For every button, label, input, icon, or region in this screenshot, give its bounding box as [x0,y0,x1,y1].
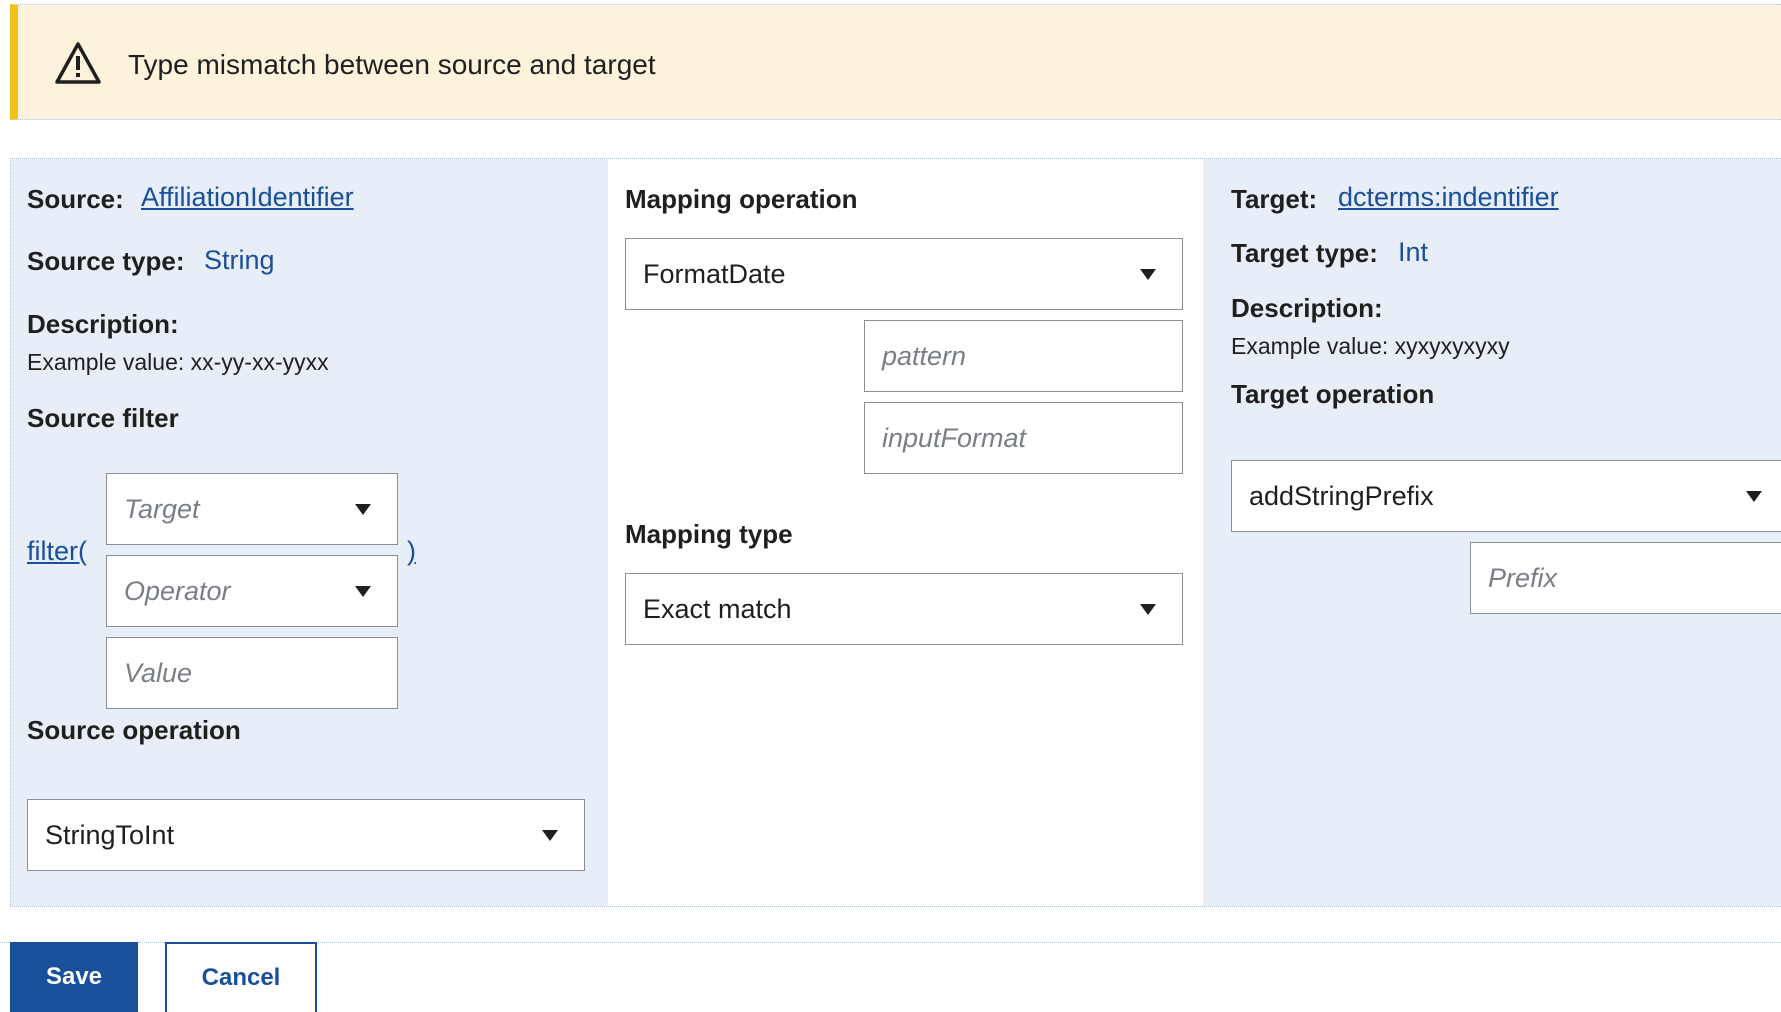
chevron-down-icon [542,830,558,841]
mapping-type-value: Exact match [643,593,792,624]
filter-open-link[interactable]: filter( [27,536,87,567]
chevron-down-icon [355,586,371,597]
target-type-label: Target type: [1231,238,1378,268]
filter-operator-placeholder: Operator [124,575,231,606]
source-type-value: String [204,245,275,275]
source-description-label: Description: [27,309,179,339]
filter-target-dropdown[interactable]: Target [106,473,398,545]
mapping-operation-label: Mapping operation [625,184,858,214]
target-example-value: Example value: xyxyxyxyxy [1231,333,1510,359]
filter-close-link[interactable]: ) [407,536,416,567]
mapping-panel: Source: AffiliationIdentifier Source typ… [10,158,1781,907]
source-column: Source: AffiliationIdentifier Source typ… [11,159,608,906]
chevron-down-icon [355,504,371,515]
mapping-operation-dropdown[interactable]: FormatDate [625,238,1183,310]
mapping-type-label: Mapping type [625,519,793,549]
target-name-link[interactable]: dcterms:indentifier [1338,182,1559,213]
input-format-input[interactable]: inputFormat [864,402,1183,474]
source-operation-value: StringToInt [45,819,175,850]
filter-value-input[interactable]: Value [106,637,398,709]
warning-message: Type mismatch between source and target [128,49,656,80]
chevron-down-icon [1140,604,1156,615]
source-operation-dropdown[interactable]: StringToInt [27,799,585,871]
source-example-value: Example value: xx-yy-xx-yyxx [27,349,329,375]
filter-value-placeholder: Value [124,657,193,688]
chevron-down-icon [1140,269,1156,280]
target-column: Target: dcterms:indentifier Target type:… [1203,159,1781,906]
warning-banner: Type mismatch between source and target [10,4,1781,120]
mapping-operation-value: FormatDate [643,258,786,289]
warning-triangle-icon [55,42,101,84]
input-format-placeholder: inputFormat [882,422,1027,453]
target-operation-value: addStringPrefix [1249,480,1434,511]
cancel-button[interactable]: Cancel [165,942,317,1012]
source-filter-label: Source filter [27,403,179,433]
pattern-placeholder: pattern [882,340,967,371]
pattern-input[interactable]: pattern [864,320,1183,392]
filter-operator-dropdown[interactable]: Operator [106,555,398,627]
chevron-down-icon [1746,491,1762,502]
target-description-label: Description: [1231,293,1383,323]
target-operation-label: Target operation [1231,379,1435,409]
target-label: Target: [1231,184,1318,214]
filter-target-placeholder: Target [124,493,200,524]
mapping-type-dropdown[interactable]: Exact match [625,573,1183,645]
mapping-column: Mapping operation FormatDate pattern inp… [608,159,1203,906]
save-button[interactable]: Save [10,942,138,1012]
target-type-value: Int [1398,237,1429,267]
source-type-label: Source type: [27,246,185,276]
prefix-input[interactable]: Prefix [1470,542,1781,614]
source-label: Source: [27,184,124,214]
target-operation-dropdown[interactable]: addStringPrefix [1231,460,1781,532]
prefix-placeholder: Prefix [1488,562,1558,593]
source-name-link[interactable]: AffiliationIdentifier [141,182,354,213]
source-operation-label: Source operation [27,715,241,745]
